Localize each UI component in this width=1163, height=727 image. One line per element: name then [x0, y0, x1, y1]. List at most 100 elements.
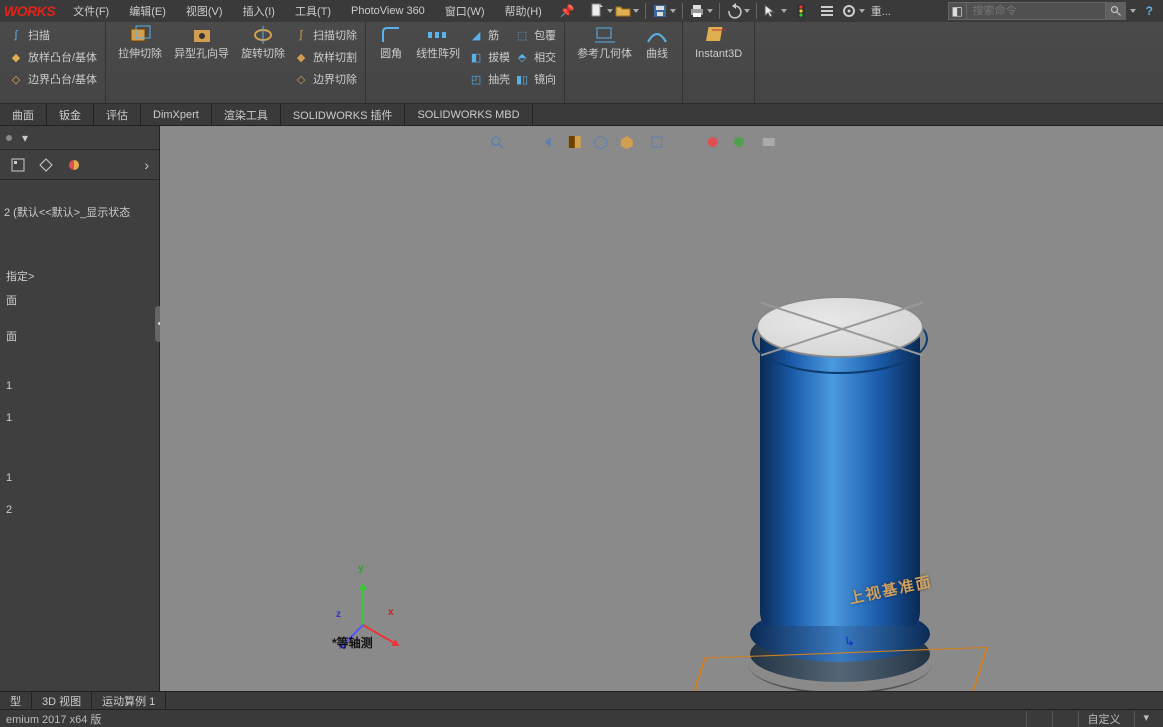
extruded-cut-button[interactable]: 拉伸切除	[112, 24, 168, 90]
wrap-button[interactable]: ⬚包覆	[512, 24, 558, 46]
prev-view-icon[interactable]	[538, 132, 558, 152]
loft-icon: ◆	[8, 49, 24, 65]
hole-wizard-button[interactable]: 异型孔向导	[168, 24, 235, 90]
options-gear-icon[interactable]	[841, 1, 865, 21]
search-input[interactable]	[966, 2, 1106, 20]
new-doc-icon[interactable]	[589, 1, 613, 21]
rib-icon: ◢	[468, 27, 484, 43]
shell-button[interactable]: ◰抽壳	[466, 68, 512, 90]
curves-button[interactable]: 曲线	[638, 24, 676, 60]
status-custom[interactable]: 自定义	[1078, 711, 1128, 727]
menu-photoview[interactable]: PhotoView 360	[341, 3, 435, 19]
view-orient-icon[interactable]	[590, 132, 610, 152]
section-view-icon[interactable]	[564, 132, 584, 152]
list-icon[interactable]	[815, 1, 839, 21]
tab-dimxpert[interactable]: DimXpert	[141, 104, 212, 125]
lofted-cut-button[interactable]: ◆放样切割	[291, 46, 359, 68]
view-orientation-label: *等轴测	[332, 634, 373, 651]
traffic-light-icon[interactable]	[789, 1, 813, 21]
extruded-cut-icon	[127, 24, 153, 46]
menu-view[interactable]: 视图(V)	[176, 1, 233, 21]
tab-3dview[interactable]: 3D 视图	[32, 692, 92, 709]
tree-config-line[interactable]: 2 (默认<<默认>_显示状态	[0, 200, 159, 224]
tab-mbd[interactable]: SOLIDWORKS MBD	[405, 104, 532, 125]
tab-motion-study[interactable]: 运动算例 1	[92, 692, 166, 709]
menu-edit[interactable]: 编辑(E)	[119, 1, 176, 21]
tree-annotations[interactable]: 指定>	[0, 264, 159, 288]
select-cursor-icon[interactable]	[763, 1, 787, 21]
tree-plane-b[interactable]: 面	[0, 324, 159, 348]
boundary-icon: ◇	[8, 71, 24, 87]
loft-boss-button[interactable]: ◆放样凸台/基体	[6, 46, 99, 68]
origin-triad-icon: ↳	[843, 633, 856, 650]
hide-show-icon[interactable]	[646, 132, 666, 152]
search-go-icon[interactable]	[1106, 2, 1126, 20]
ref-geometry-icon	[592, 24, 618, 46]
display-tab-icon[interactable]	[62, 154, 86, 176]
status-dropdown-icon[interactable]: ▾	[1134, 711, 1157, 727]
swept-cut-button[interactable]: ∫扫描切除	[291, 24, 359, 46]
save-icon[interactable]	[652, 1, 676, 21]
panel-dot-icon	[6, 135, 12, 141]
intersect-button[interactable]: ⬘相交	[512, 46, 558, 68]
search-scope-icon[interactable]: ◧	[948, 2, 966, 20]
tab-sheetmetal[interactable]: 钣金	[47, 104, 94, 125]
rib-button[interactable]: ◢筋	[466, 24, 512, 46]
scene-icon[interactable]	[728, 132, 748, 152]
pin-icon[interactable]: 📌	[552, 4, 583, 18]
model-display	[730, 286, 940, 686]
draft-button[interactable]: ◧拔模	[466, 46, 512, 68]
sweep-button[interactable]: ∫扫描	[6, 24, 99, 46]
panel-chevron-right-icon[interactable]: ›	[140, 157, 153, 173]
revolved-cut-button[interactable]: 旋转切除	[235, 24, 291, 90]
tree-item-1c[interactable]: 1	[0, 468, 159, 488]
graphics-viewport[interactable]: 上视基准面 ↳ y x z *等轴测	[160, 126, 1163, 691]
menu-file[interactable]: 文件(F)	[63, 1, 119, 21]
appearance-icon[interactable]	[702, 132, 722, 152]
view-settings-icon[interactable]	[758, 132, 778, 152]
menu-window[interactable]: 窗口(W)	[435, 1, 495, 21]
status-seg-1	[1026, 711, 1046, 727]
revolved-cut-icon	[250, 24, 276, 46]
ref-geometry-button[interactable]: 参考几何体	[571, 24, 638, 60]
tab-surface[interactable]: 曲面	[0, 104, 47, 125]
boundary-cut-icon: ◇	[293, 71, 309, 87]
panel-dropdown-icon[interactable]: ▾	[22, 131, 28, 145]
open-doc-icon[interactable]	[615, 1, 639, 21]
tree-item-2[interactable]: 2	[0, 500, 159, 520]
print-icon[interactable]	[689, 1, 713, 21]
display-style-icon[interactable]	[616, 132, 636, 152]
feature-tree-tab-icon[interactable]	[6, 154, 30, 176]
instant3d-button[interactable]: Instant3D	[689, 24, 748, 60]
eye-icon[interactable]	[672, 132, 692, 152]
menu-help[interactable]: 帮助(H)	[495, 1, 552, 21]
tab-render[interactable]: 渲染工具	[212, 104, 281, 125]
swept-cut-icon: ∫	[293, 27, 309, 43]
rebuild-button[interactable]: 重...	[867, 1, 895, 21]
mirror-button[interactable]: ▮▯镜向	[512, 68, 558, 90]
tab-model[interactable]: 型	[0, 692, 32, 709]
tree-plane-a[interactable]: 面	[0, 288, 159, 312]
tree-item-1a[interactable]: 1	[0, 376, 159, 396]
undo-icon[interactable]	[726, 1, 750, 21]
app-logo: WORKS	[4, 3, 63, 19]
linear-pattern-button[interactable]: 线性阵列	[410, 24, 466, 90]
fillet-button[interactable]: 圆角	[372, 24, 410, 90]
boundary-boss-button[interactable]: ◇边界凸台/基体	[6, 68, 99, 90]
zoom-area-icon[interactable]	[512, 132, 532, 152]
tab-evaluate[interactable]: 评估	[94, 104, 141, 125]
help-icon[interactable]: ?	[1140, 4, 1159, 18]
boundary-cut-button[interactable]: ◇边界切除	[291, 68, 359, 90]
wrap-icon: ⬚	[514, 27, 530, 43]
config-tab-icon[interactable]	[34, 154, 58, 176]
axis-x-label: x	[388, 607, 394, 618]
zoom-fit-icon[interactable]	[486, 132, 506, 152]
menu-insert[interactable]: 插入(I)	[233, 1, 285, 21]
tree-item-1b[interactable]: 1	[0, 408, 159, 428]
axis-y-label: y	[358, 563, 364, 574]
menu-tools[interactable]: 工具(T)	[285, 1, 341, 21]
feature-tree-panel: ▾ › 2 (默认<<默认>_显示状态 指定> 面 面 1 1 1 2	[0, 126, 160, 691]
linear-pattern-icon	[425, 24, 451, 46]
status-seg-2	[1052, 711, 1072, 727]
tab-addins[interactable]: SOLIDWORKS 插件	[281, 104, 406, 125]
